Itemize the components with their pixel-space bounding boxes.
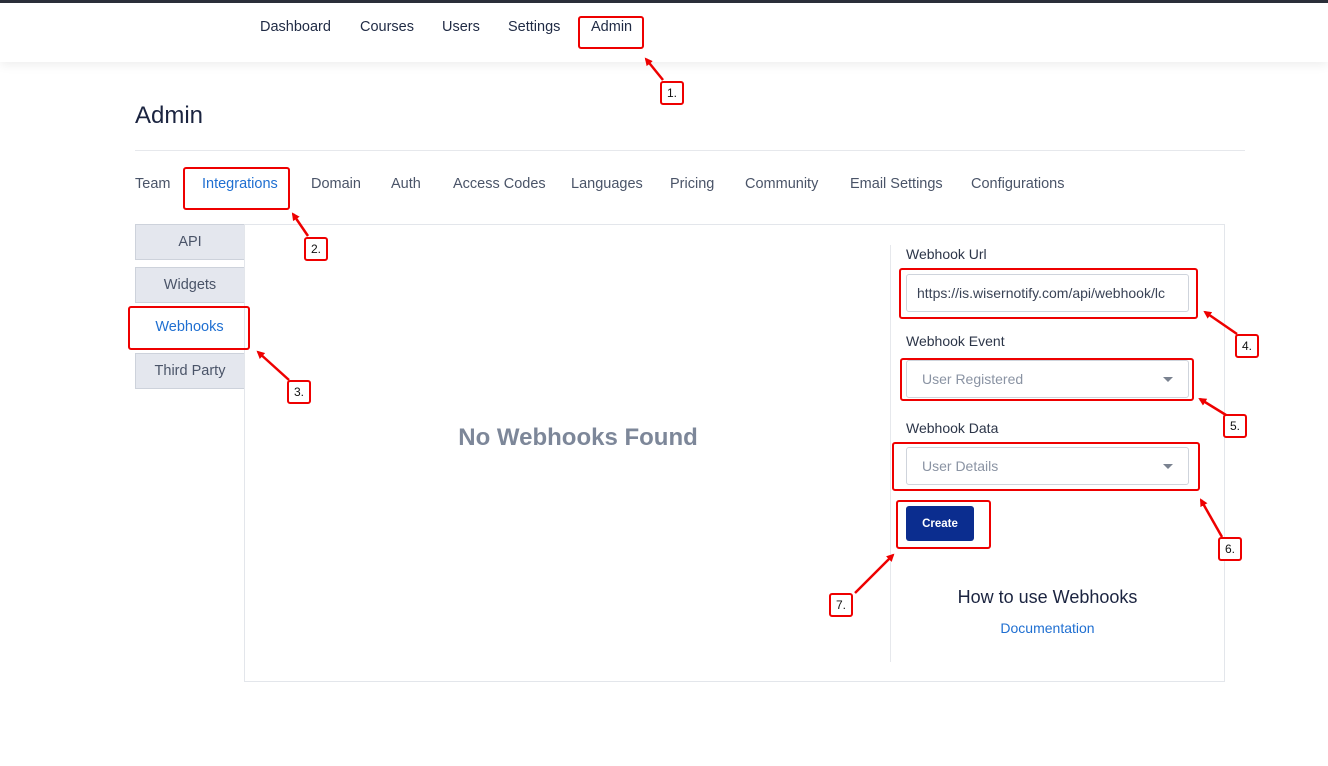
annotation-6: 6. xyxy=(1218,537,1242,561)
annotation-2: 2. xyxy=(304,237,328,261)
annotation-1: 1. xyxy=(660,81,684,105)
annotation-5: 5. xyxy=(1223,414,1247,438)
annotation-3: 3. xyxy=(287,380,311,404)
arrow-icon xyxy=(256,57,1238,594)
annotation-4: 4. xyxy=(1235,334,1259,358)
annotation-7: 7. xyxy=(829,593,853,617)
